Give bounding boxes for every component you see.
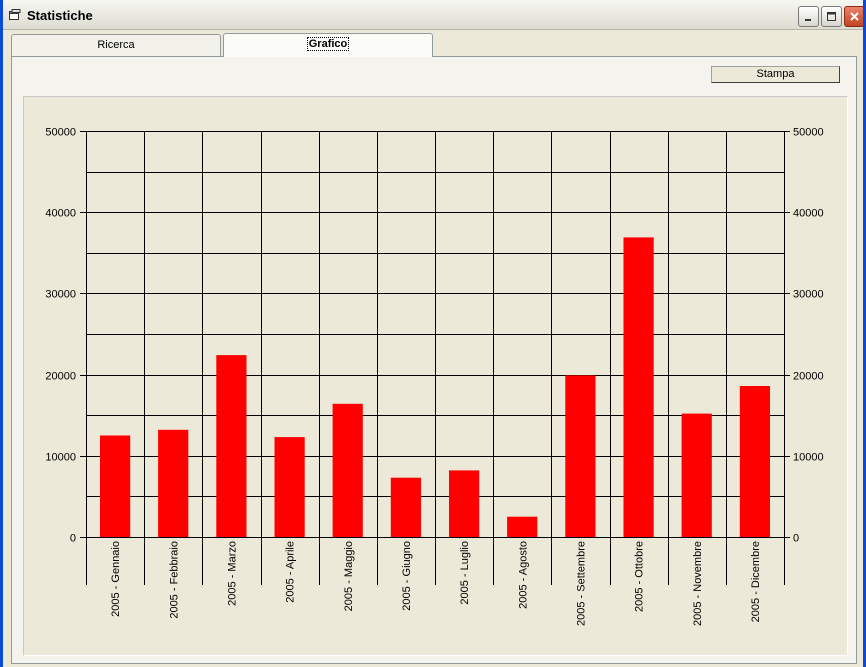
y-tick-label-right: 10000 (793, 452, 824, 464)
bar (390, 477, 421, 537)
y-tick-label-left: 30000 (45, 289, 76, 301)
x-tick-label: 2005 - Dicembre (750, 541, 762, 622)
bar (623, 237, 654, 537)
x-tick-label: 2005 - Maggio (343, 541, 355, 611)
y-tick-label-left: 0 (70, 533, 76, 545)
y-tick-label-left: 20000 (45, 371, 76, 383)
bar (332, 403, 363, 537)
y-tick-label-right: 0 (793, 533, 799, 545)
bar (449, 470, 480, 537)
y-tick-label-right: 40000 (793, 208, 824, 220)
bar (158, 429, 189, 537)
statistiche-window: Statistiche Ricerca Grafico Stampa 0 0 100… (0, 0, 866, 667)
x-tick-label: 2005 - Novembre (692, 541, 704, 626)
y-tick-label-left: 50000 (45, 127, 76, 139)
y-tick-label-left: 40000 (45, 208, 76, 220)
bar (216, 355, 247, 537)
y-tick-label-right: 30000 (793, 289, 824, 301)
bar (739, 386, 770, 537)
bar (565, 375, 596, 537)
x-tick-label: 2005 - Aprile (285, 541, 297, 603)
bar (681, 413, 712, 537)
y-tick-label-left: 10000 (45, 452, 76, 464)
x-tick-label: 2005 - Febbraio (168, 541, 180, 619)
x-tick-label: 2005 - Giugno (401, 541, 413, 611)
x-tick-label: 2005 - Ottobre (634, 541, 646, 612)
bar (274, 437, 305, 537)
y-tick-label-right: 20000 (793, 371, 824, 383)
x-tick-label: 2005 - Settembre (575, 541, 587, 626)
bar-chart: 0 0 10000 10000 20000 20000 30000 30000 40000 400… (45, 127, 824, 627)
bar (507, 516, 538, 537)
bar (100, 435, 131, 537)
x-tick-label: 2005 - Luglio (459, 541, 471, 605)
x-tick-label: 2005 - Gennaio (110, 541, 122, 617)
x-tick-label: 2005 - Agosto (517, 541, 529, 609)
x-tick-label: 2005 - Marzo (226, 541, 238, 606)
y-tick-label-right: 50000 (793, 127, 824, 139)
